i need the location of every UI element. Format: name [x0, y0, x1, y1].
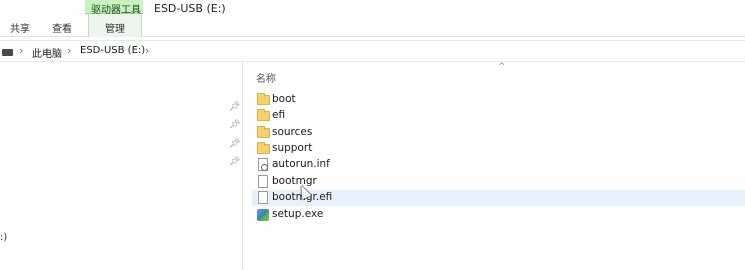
- file-row-efi[interactable]: efi: [252, 108, 745, 124]
- file-row-setup[interactable]: setup.exe: [252, 207, 745, 223]
- chevron-right-icon[interactable]: ›: [145, 44, 149, 57]
- pin-icon[interactable]: 📌︎: [229, 120, 240, 130]
- file-name: autorun.inf: [272, 158, 330, 170]
- file-row-support[interactable]: support: [252, 141, 745, 157]
- navigation-pane: 📌︎ 📌︎ 📌︎ 📌︎ :): [0, 62, 243, 270]
- file-name: sources: [272, 126, 313, 138]
- nav-item-truncated[interactable]: :): [0, 232, 7, 243]
- breadcrumb-esd-usb[interactable]: ESD-USB (E:): [80, 45, 145, 56]
- column-header-name[interactable]: 名称: [256, 70, 276, 85]
- file-row-autorun[interactable]: autorun.inf: [252, 157, 745, 173]
- breadcrumb-this-pc[interactable]: 此电脑: [32, 45, 62, 60]
- file-name: bootmgr: [272, 175, 317, 187]
- pin-icon[interactable]: 📌︎: [229, 157, 240, 167]
- folder-icon: [257, 109, 270, 121]
- file-icon: [258, 175, 268, 188]
- folder-icon: [257, 93, 270, 105]
- tab-share[interactable]: 共享: [10, 20, 30, 35]
- ribbon: 驱动器工具 ESD-USB (E:) 共享 查看 管理: [0, 0, 745, 37]
- chevron-right-icon[interactable]: ›: [19, 44, 23, 57]
- file-name: boot: [272, 93, 296, 105]
- folder-icon: [257, 126, 270, 138]
- chevron-right-icon[interactable]: ›: [67, 44, 71, 57]
- pc-icon: [2, 49, 13, 56]
- tab-view[interactable]: 查看: [52, 20, 72, 35]
- sort-indicator-icon: ^: [498, 62, 506, 72]
- pin-icon[interactable]: 📌︎: [229, 102, 240, 112]
- tab-manage[interactable]: 管理: [88, 14, 142, 37]
- window-title: ESD-USB (E:): [154, 2, 226, 15]
- pin-icon[interactable]: 📌︎: [229, 139, 240, 149]
- file-icon: [258, 191, 268, 204]
- file-row-boot[interactable]: boot: [252, 92, 745, 108]
- file-name: efi: [272, 109, 286, 121]
- exe-icon: [257, 209, 269, 221]
- address-bar[interactable]: › 此电脑 › ESD-USB (E:) ›: [0, 40, 745, 62]
- inf-file-icon: [258, 158, 268, 171]
- file-row-sources[interactable]: sources: [252, 125, 745, 141]
- file-name: support: [272, 142, 313, 154]
- file-name: setup.exe: [272, 208, 324, 220]
- folder-icon: [257, 142, 270, 154]
- file-row-bootmgr[interactable]: bootmgr: [252, 174, 745, 190]
- drive-tools-context-group: 驱动器工具: [85, 0, 143, 16]
- file-row-bootmgr-efi[interactable]: bootmgr.efi: [252, 190, 745, 206]
